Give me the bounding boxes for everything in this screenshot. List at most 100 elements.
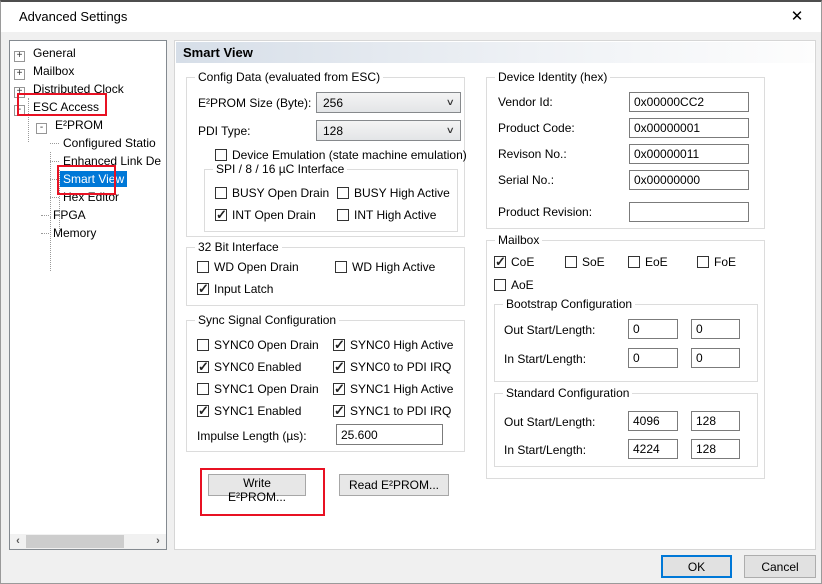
product-code-input[interactable]: [629, 118, 749, 138]
product-revision-input[interactable]: [629, 202, 749, 222]
checkbox-box[interactable]: [197, 361, 209, 373]
checkbox-box[interactable]: [697, 256, 709, 268]
checkbox-box[interactable]: [337, 209, 349, 221]
checkbox-soe[interactable]: SoE: [565, 255, 605, 269]
cancel-button[interactable]: Cancel: [744, 555, 816, 578]
expand-icon[interactable]: -: [36, 123, 47, 134]
tree-item-eeprom[interactable]: -E²PROM: [10, 116, 166, 134]
checkbox-input-latch[interactable]: Input Latch: [197, 282, 273, 296]
tree-item-label[interactable]: General: [30, 45, 79, 61]
standard-in-label: In Start/Length:: [504, 443, 586, 457]
revision-no-input[interactable]: [629, 144, 749, 164]
impulse-length-input[interactable]: [336, 424, 443, 445]
tree-item-label[interactable]: FPGA: [50, 207, 89, 223]
standard-in-start-input[interactable]: [628, 439, 678, 459]
expand-icon[interactable]: -: [14, 105, 25, 116]
bootstrap-in-length-input[interactable]: [691, 348, 740, 368]
write-eeprom-button[interactable]: Write E²PROM...: [208, 474, 306, 496]
checkbox-sync0-to-pdi-irq[interactable]: SYNC0 to PDI IRQ: [333, 360, 451, 374]
ok-button[interactable]: OK: [661, 555, 732, 578]
checkbox-label: Device Emulation (state machine emulatio…: [232, 148, 467, 162]
tree-item-mailbox[interactable]: + Mailbox: [10, 62, 166, 80]
checkbox-busy-open-drain[interactable]: BUSY Open Drain: [215, 186, 329, 200]
checkbox-int-high-active[interactable]: INT High Active: [337, 208, 436, 222]
group-title: SPI / 8 / 16 µC Interface: [213, 162, 347, 176]
standard-in-length-input[interactable]: [691, 439, 740, 459]
checkbox-int-open-drain[interactable]: INT Open Drain: [215, 208, 316, 222]
checkbox-sync1-open-drain[interactable]: SYNC1 Open Drain: [197, 382, 319, 396]
standard-out-start-input[interactable]: [628, 411, 678, 431]
tree-item-hex-editor[interactable]: Hex Editor: [10, 188, 166, 206]
checkbox-box[interactable]: [333, 405, 345, 417]
checkbox-box[interactable]: [628, 256, 640, 268]
tree-item-label[interactable]: Mailbox: [30, 63, 77, 79]
expand-icon[interactable]: +: [14, 69, 25, 80]
tree-item-esc-access[interactable]: -ESC Access: [10, 98, 166, 116]
tree-item-configured-station[interactable]: Configured Statio: [10, 134, 166, 152]
checkbox-busy-high-active[interactable]: BUSY High Active: [337, 186, 450, 200]
serial-no-input[interactable]: [629, 170, 749, 190]
checkbox-label: SYNC0 Enabled: [214, 360, 301, 374]
checkbox-sync0-enabled[interactable]: SYNC0 Enabled: [197, 360, 301, 374]
checkbox-eoe[interactable]: EoE: [628, 255, 668, 269]
scroll-left-icon[interactable]: ‹: [10, 534, 26, 549]
checkbox-box[interactable]: [197, 339, 209, 351]
vendor-id-input[interactable]: [629, 92, 749, 112]
checkbox-box[interactable]: [333, 339, 345, 351]
checkbox-foe[interactable]: FoE: [697, 255, 736, 269]
scrollbar-thumb[interactable]: [26, 535, 124, 548]
checkbox-box[interactable]: [197, 383, 209, 395]
checkbox-label: SYNC1 High Active: [350, 382, 453, 396]
pdi-type-select[interactable]: 128 ∨: [316, 120, 461, 141]
bootstrap-out-length-input[interactable]: [691, 319, 740, 339]
tree-item-label[interactable]: E²PROM: [52, 117, 106, 133]
tree-item-distributed-clock[interactable]: + Distributed Clock: [10, 80, 166, 98]
bootstrap-in-start-input[interactable]: [628, 348, 678, 368]
scroll-right-icon[interactable]: ›: [150, 534, 166, 549]
tree-item-label[interactable]: Memory: [50, 225, 99, 241]
checkbox-box[interactable]: [333, 383, 345, 395]
checkbox-box[interactable]: [494, 256, 506, 268]
checkbox-aoe[interactable]: AoE: [494, 278, 534, 292]
checkbox-box[interactable]: [215, 149, 227, 161]
tree-item-label[interactable]: Configured Statio: [60, 135, 159, 151]
tree-item-enhanced-link-detection[interactable]: Enhanced Link De: [10, 152, 166, 170]
bootstrap-out-start-input[interactable]: [628, 319, 678, 339]
checkbox-box[interactable]: [337, 187, 349, 199]
checkbox-sync0-open-drain[interactable]: SYNC0 Open Drain: [197, 338, 319, 352]
checkbox-box[interactable]: [215, 209, 227, 221]
checkbox-box[interactable]: [335, 261, 347, 273]
checkbox-sync0-high-active[interactable]: SYNC0 High Active: [333, 338, 453, 352]
checkbox-box[interactable]: [333, 361, 345, 373]
standard-out-length-input[interactable]: [691, 411, 740, 431]
tree-item-fpga[interactable]: FPGA: [10, 206, 166, 224]
checkbox-wd-open-drain[interactable]: WD Open Drain: [197, 260, 299, 274]
checkbox-device-emulation[interactable]: Device Emulation (state machine emulatio…: [215, 148, 467, 162]
checkbox-wd-high-active[interactable]: WD High Active: [335, 260, 435, 274]
tree-horizontal-scrollbar[interactable]: ‹ ›: [10, 534, 166, 549]
checkbox-sync1-enabled[interactable]: SYNC1 Enabled: [197, 404, 301, 418]
checkbox-box[interactable]: [197, 283, 209, 295]
tree-item-label[interactable]: ESC Access: [30, 99, 102, 115]
eeprom-size-select[interactable]: 256 ∨: [316, 92, 461, 113]
expand-icon[interactable]: +: [14, 51, 25, 62]
close-icon[interactable]: ✕: [787, 7, 807, 27]
checkbox-sync1-to-pdi-irq[interactable]: SYNC1 to PDI IRQ: [333, 404, 451, 418]
tree-item-smart-view[interactable]: Smart View: [10, 170, 166, 188]
checkbox-box[interactable]: [565, 256, 577, 268]
revision-no-label: Revison No.:: [498, 147, 567, 161]
checkbox-sync1-high-active[interactable]: SYNC1 High Active: [333, 382, 453, 396]
tree-item-memory[interactable]: Memory: [10, 224, 166, 242]
tree-item-general[interactable]: + General: [10, 44, 166, 62]
expand-icon[interactable]: +: [14, 87, 25, 98]
checkbox-box[interactable]: [197, 405, 209, 417]
checkbox-box[interactable]: [494, 279, 506, 291]
checkbox-coe[interactable]: CoE: [494, 255, 534, 269]
checkbox-box[interactable]: [197, 261, 209, 273]
read-eeprom-button[interactable]: Read E²PROM...: [339, 474, 449, 496]
checkbox-box[interactable]: [215, 187, 227, 199]
tree-item-label[interactable]: Distributed Clock: [30, 81, 127, 97]
tree-item-label[interactable]: Smart View: [60, 171, 127, 187]
tree-item-label[interactable]: Enhanced Link De: [60, 153, 164, 169]
tree-item-label[interactable]: Hex Editor: [60, 189, 122, 205]
